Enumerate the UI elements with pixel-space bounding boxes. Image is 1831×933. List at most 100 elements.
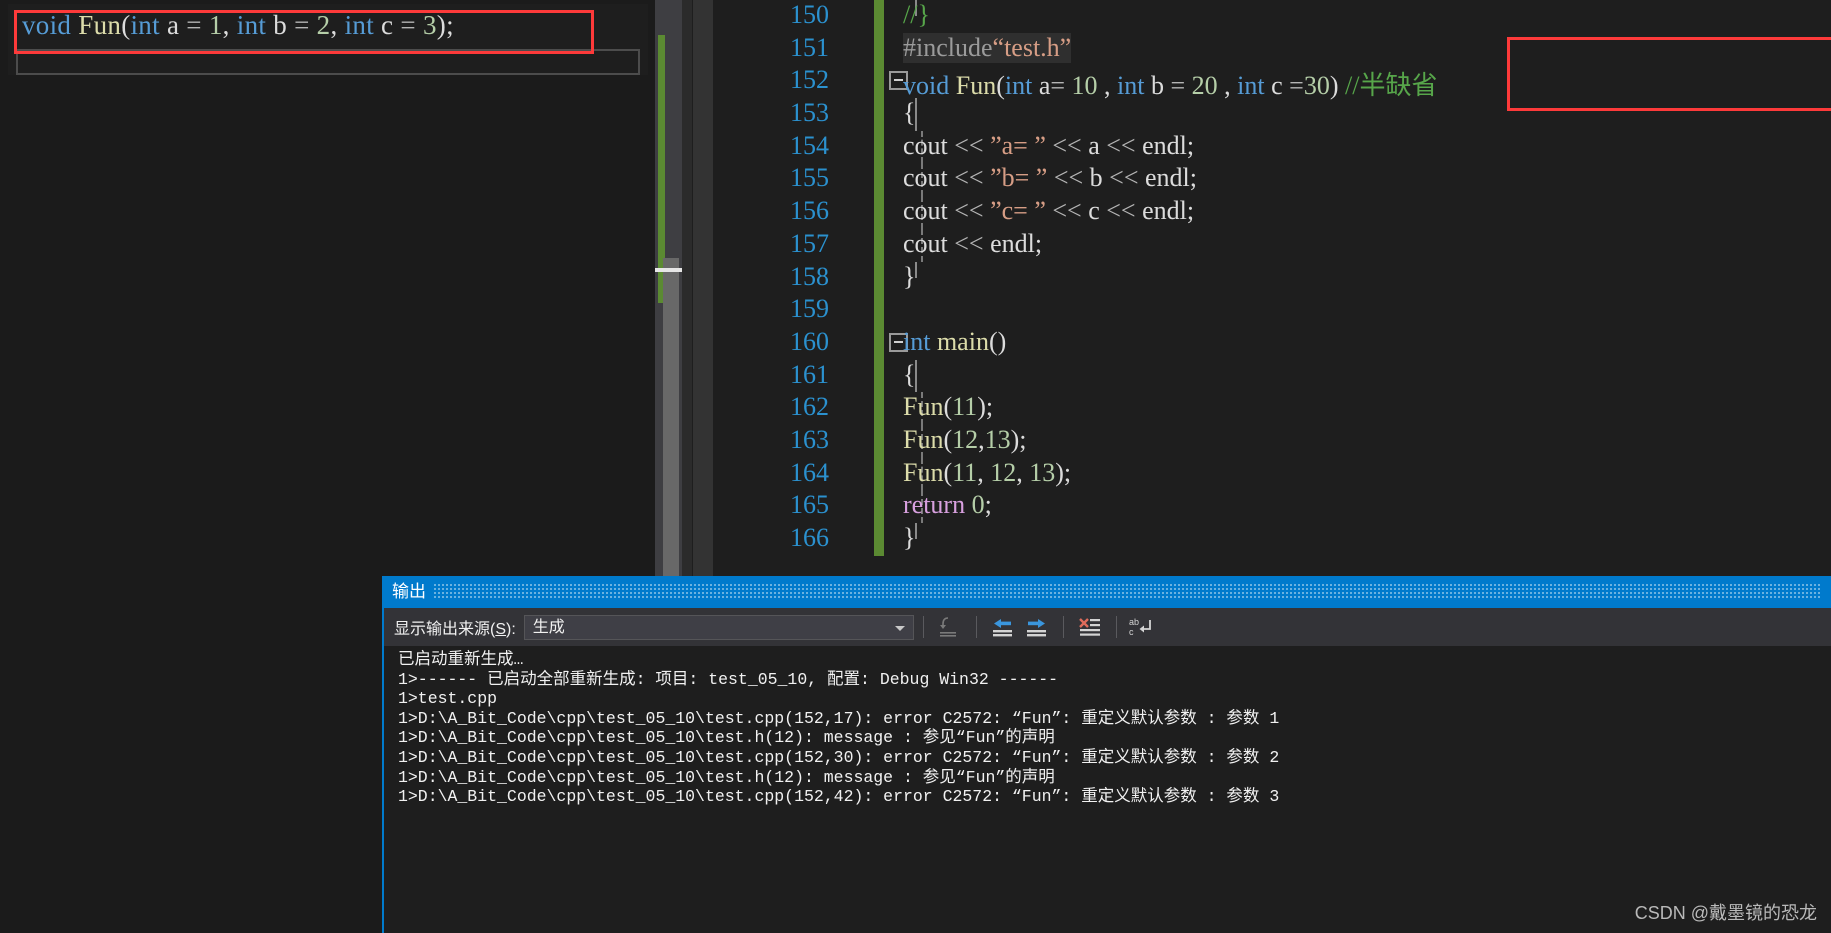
code-line[interactable]: 161 {	[713, 359, 1831, 393]
code-token: <<	[947, 163, 991, 193]
code-token: <<	[1099, 130, 1143, 160]
output-source-label: 显示输出来源(S):	[394, 615, 516, 639]
output-line[interactable]: 已启动重新生成…	[398, 650, 1831, 670]
code-token: (	[943, 424, 953, 454]
code-line[interactable]: 164 Fun(11, 12, 13);	[713, 457, 1831, 491]
line-number: 164	[790, 457, 829, 487]
code-line[interactable]: 154 cout << ”a= ” << a << endl;	[713, 130, 1831, 164]
code-token: int	[1004, 71, 1033, 101]
code-token: <<	[947, 228, 991, 258]
code-token: {	[903, 359, 916, 389]
output-line[interactable]: 1>D:\A_Bit_Code\cpp\test_05_10\test.cpp(…	[398, 787, 1831, 807]
output-source-selected-value: 生成	[532, 618, 565, 636]
output-text-area[interactable]: 已启动重新生成… 1>------ 已启动全部重新生成: 项目: test_05_…	[384, 646, 1831, 933]
code-token: ;	[1034, 228, 1043, 258]
line-number: 161	[790, 359, 829, 389]
code-token: 30	[1303, 71, 1330, 101]
caret-position-marker	[655, 268, 682, 272]
line-number: 162	[790, 392, 829, 422]
code-text: {	[903, 360, 915, 390]
code-editor[interactable]: 150 //} 151 #include“test.h” 152 void Fun(…	[655, 0, 1831, 578]
output-window: 输出 显示输出来源(S): 生成 ab c 已启动重新生成… 1>------ …	[328, 576, 1831, 933]
code-token: ”c= ”	[990, 196, 1046, 226]
scrollbar-thumb[interactable]	[663, 258, 679, 578]
code-token: cout	[903, 228, 948, 258]
code-token: void	[22, 10, 72, 40]
code-line[interactable]: 151 #include“test.h”	[713, 32, 1831, 66]
popup-secondary-box	[16, 49, 640, 75]
source-label-prefix: 显示输出来源(	[394, 621, 496, 638]
goto-message-icon[interactable]	[935, 613, 965, 641]
code-token: a	[1032, 71, 1051, 101]
output-line[interactable]: 1>D:\A_Bit_Code\cpp\test_05_10\test.h(12…	[398, 728, 1831, 748]
code-token: =	[1170, 71, 1192, 101]
code-text: }	[903, 523, 915, 553]
code-line[interactable]: 153 {	[713, 98, 1831, 131]
code-token: (	[996, 71, 1005, 101]
code-line[interactable]: 155 cout << ”b= ” << b << endl;	[713, 163, 1831, 197]
code-token: {	[903, 98, 916, 128]
line-number: 154	[790, 130, 829, 160]
next-message-icon[interactable]	[1022, 613, 1052, 641]
output-line[interactable]: 1>------ 已启动全部重新生成: 项目: test_05_10, 配置: …	[398, 670, 1831, 690]
code-token: 13	[984, 424, 1011, 454]
code-text: #include“test.h”	[903, 32, 1072, 63]
code-token: ,	[1016, 457, 1030, 487]
code-line[interactable]: 162 Fun(11);	[713, 392, 1831, 425]
output-line[interactable]: 1>D:\A_Bit_Code\cpp\test_05_10\test.cpp(…	[398, 748, 1831, 768]
code-token: int	[130, 10, 160, 40]
quick-info-popup: void Fun(int a = 1, int b = 2, int c = 3…	[8, 4, 648, 75]
clear-all-icon[interactable]	[1075, 613, 1105, 641]
code-token: <<	[1045, 130, 1089, 160]
output-line[interactable]: 1>D:\A_Bit_Code\cpp\test_05_10\test.h(12…	[398, 768, 1831, 788]
output-window-titlebar[interactable]: 输出	[382, 576, 1831, 608]
code-token: }	[903, 523, 916, 552]
code-line[interactable]: 156 cout << ”c= ” << c << endl;	[713, 196, 1831, 229]
output-line[interactable]: 1>test.cpp	[398, 689, 1831, 709]
code-token: ,	[1217, 71, 1238, 101]
code-text: //}	[903, 0, 930, 30]
code-token: <<	[1045, 196, 1089, 226]
code-token: endl	[1142, 130, 1187, 160]
code-token: <<	[1099, 196, 1143, 226]
code-token: =	[294, 10, 317, 40]
code-token: return	[903, 490, 966, 520]
code-line[interactable]: 165 return 0;	[713, 490, 1831, 523]
code-token: ;	[984, 490, 992, 520]
change-indicator-bar	[874, 130, 884, 164]
code-line[interactable]: 160 int main()	[713, 326, 1831, 360]
previous-message-icon[interactable]	[988, 613, 1018, 641]
code-token: int	[344, 10, 374, 40]
code-token: int	[903, 326, 931, 356]
code-token: #include	[903, 32, 993, 62]
editor-margin-gap	[682, 0, 692, 578]
code-text: int main()	[903, 327, 1006, 357]
editor-vertical-scrollbar[interactable]	[655, 0, 682, 578]
output-line[interactable]: 1>D:\A_Bit_Code\cpp\test_05_10\test.cpp(…	[398, 709, 1831, 729]
chevron-down-icon[interactable]	[894, 625, 905, 631]
code-text: }	[903, 262, 915, 292]
line-number: 157	[790, 228, 829, 258]
editor-text-area[interactable]: 150 //} 151 #include“test.h” 152 void Fun(…	[713, 0, 1831, 578]
code-token: 11	[952, 392, 978, 422]
code-line[interactable]: 152 void Fun(int a= 10 , int b = 20 , in…	[713, 65, 1831, 101]
code-line[interactable]: 158 }	[713, 261, 1831, 295]
code-token: 3	[422, 10, 437, 40]
code-line[interactable]: 150 //}	[713, 0, 1831, 33]
code-line[interactable]: 157 cout << endl;	[713, 228, 1831, 262]
toggle-word-wrap-icon[interactable]: ab c	[1128, 613, 1158, 641]
code-token: c	[1088, 196, 1100, 226]
code-token: 20	[1191, 71, 1218, 101]
line-number: 163	[790, 424, 829, 454]
line-number: 159	[790, 294, 829, 324]
code-token: <<	[947, 196, 991, 226]
code-text: cout << ”c= ” << c << endl;	[903, 196, 1194, 226]
code-token: ,	[1097, 71, 1118, 101]
code-line[interactable]: 159	[713, 294, 1831, 327]
code-token: }	[903, 261, 916, 291]
output-toolbar: 显示输出来源(S): 生成 ab c	[384, 608, 1831, 646]
code-line[interactable]: 163 Fun(12,13);	[713, 424, 1831, 458]
code-line[interactable]: 166 }	[713, 523, 1831, 556]
change-indicator-bar	[874, 261, 884, 295]
output-source-dropdown[interactable]: 生成	[523, 614, 914, 640]
